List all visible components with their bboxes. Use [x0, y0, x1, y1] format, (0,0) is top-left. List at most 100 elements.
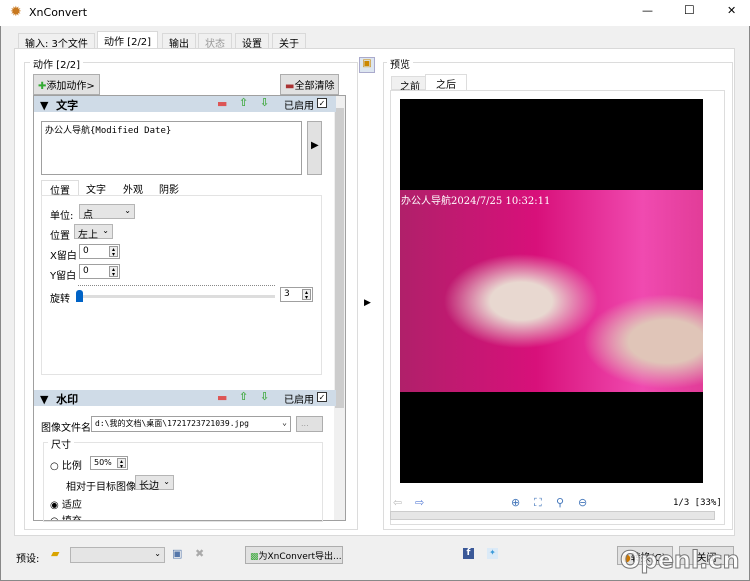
- close-window-button[interactable]: ✕: [727, 4, 736, 17]
- scrollbar[interactable]: [334, 96, 345, 520]
- chevron-down-icon: ⌄: [102, 226, 109, 235]
- sub-tabs: 位置 文字 外观 阴影: [41, 180, 186, 197]
- spinner-icon[interactable]: ▴ ▾: [302, 289, 311, 301]
- insert-variable-button[interactable]: ▶: [307, 121, 322, 175]
- remove-icon[interactable]: ▬: [217, 391, 227, 404]
- spinner-icon[interactable]: ▴ ▾: [109, 246, 118, 258]
- browse-button[interactable]: ...: [296, 416, 323, 432]
- move-down-icon[interactable]: ⇩: [260, 96, 269, 109]
- fit-radio[interactable]: ◉ 适应: [50, 496, 82, 511]
- tab-settings[interactable]: 设置: [235, 33, 269, 50]
- enabled-checkbox[interactable]: ✓: [317, 98, 327, 108]
- subtab-shadow[interactable]: 阴影: [159, 181, 179, 196]
- clear-all-label: 全部清除: [294, 81, 335, 92]
- unit-value: 点: [83, 210, 93, 221]
- unit-select[interactable]: 点 ⌄: [79, 204, 135, 221]
- move-down-icon[interactable]: ⇩: [260, 390, 269, 403]
- zoom-in-icon[interactable]: ⊕: [511, 496, 520, 509]
- rotate-label: 旋转: [50, 294, 70, 305]
- rotate-slider-thumb[interactable]: [76, 290, 83, 302]
- relative-select[interactable]: 长边 ⌄: [135, 475, 174, 492]
- fit-label: 适应: [61, 500, 82, 511]
- chevron-down-icon: ⌄: [124, 206, 131, 215]
- fill-label: 填充: [62, 516, 82, 520]
- ratio-input[interactable]: 50% ▴ ▾: [90, 456, 128, 470]
- site-watermark-logo: Openl.cn: [620, 546, 741, 575]
- position-value: 左上: [78, 230, 98, 241]
- spinner-icon[interactable]: ▴ ▾: [109, 266, 118, 278]
- relative-value: 长边: [139, 481, 159, 492]
- x-margin-input[interactable]: 0 ▴ ▾: [79, 244, 120, 259]
- remove-icon[interactable]: ▬: [217, 97, 227, 110]
- size-label: 尺寸: [48, 436, 74, 451]
- y-margin-input[interactable]: 0 ▴ ▾: [79, 264, 120, 279]
- rotate-ticks: [78, 285, 275, 289]
- tab-status[interactable]: 状态: [198, 33, 232, 50]
- tab-output[interactable]: 输出: [162, 33, 196, 50]
- previous-icon[interactable]: ⇦: [393, 496, 402, 509]
- preview-canvas: 办公人导航2024/7/25 10:32:11: [400, 99, 703, 483]
- delete-preset-icon[interactable]: ✖: [195, 547, 204, 560]
- tab-input[interactable]: 输入: 3个文件: [18, 33, 95, 50]
- collapse-icon[interactable]: ▼: [40, 393, 48, 406]
- watermark-action-title: 水印: [56, 393, 79, 406]
- preset-label: 预设:: [16, 554, 40, 565]
- toggle-preview-icon[interactable]: ▣: [359, 57, 375, 73]
- app-logo-icon: ✹: [10, 4, 22, 20]
- watermark-action-header[interactable]: ▼ 水印 ▬ ⇧ ⇩ 已启用 ✓: [34, 390, 336, 406]
- horizontal-scrollbar[interactable]: [390, 511, 715, 520]
- ratio-radio[interactable]: ○ 比例: [50, 457, 82, 472]
- collapse-icon[interactable]: ▼: [40, 99, 48, 112]
- tab-before[interactable]: 之前: [391, 76, 429, 93]
- rotate-value: 3: [284, 289, 290, 299]
- subtab-appearance[interactable]: 外观: [123, 181, 143, 196]
- enabled-label: 已启用: [284, 101, 314, 112]
- facebook-icon[interactable]: f: [463, 548, 474, 559]
- add-action-button[interactable]: ✚添加动作>: [33, 74, 100, 95]
- export-icon: ▩: [250, 552, 259, 562]
- rotate-slider[interactable]: [78, 295, 275, 298]
- preview-image: [400, 190, 703, 392]
- subtab-text[interactable]: 文字: [86, 181, 106, 196]
- text-action-header[interactable]: ▼ 文字 ▬ ⇧ ⇩ 已启用 ✓: [34, 96, 336, 112]
- move-up-icon[interactable]: ⇧: [239, 390, 248, 403]
- add-action-label: 添加动作>: [46, 81, 95, 92]
- preset-select[interactable]: ⌄: [70, 547, 165, 563]
- twitter-icon[interactable]: ✦: [487, 548, 498, 559]
- file-input[interactable]: d:\我的文档\桌面\1721723721039.jpg ⌄: [91, 416, 291, 432]
- tab-after[interactable]: 之后: [425, 74, 467, 91]
- preview-label: 预览: [387, 56, 413, 71]
- fit-screen-icon[interactable]: ⛶: [534, 496, 542, 510]
- rotate-input[interactable]: 3 ▴ ▾: [280, 287, 313, 302]
- unit-label: 单位:: [50, 211, 74, 222]
- ratio-label: 比例: [61, 461, 82, 472]
- move-up-icon[interactable]: ⇧: [239, 96, 248, 109]
- file-label: 图像文件名: [41, 423, 91, 434]
- fill-radio[interactable]: ○ 填充: [50, 512, 82, 520]
- minimize-button[interactable]: —: [642, 4, 653, 17]
- text-input[interactable]: 办公人导航{Modified Date}: [41, 121, 302, 175]
- chevron-down-icon: ⌄: [154, 549, 161, 558]
- maximize-button[interactable]: ☐: [684, 3, 695, 17]
- expand-arrow-icon[interactable]: ▶: [364, 298, 371, 308]
- actions-group-label: 动作 [2/2]: [30, 56, 84, 71]
- enabled-label: 已启用: [284, 395, 314, 406]
- zoom-out-icon[interactable]: ⊖: [578, 496, 587, 509]
- tab-actions[interactable]: 动作 [2/2]: [97, 31, 159, 48]
- next-icon[interactable]: ⇨: [415, 496, 424, 509]
- relative-label: 相对于目标图像: [66, 482, 136, 493]
- y-margin-label: Y留白: [50, 271, 77, 282]
- spinner-icon[interactable]: ▴ ▾: [117, 458, 126, 470]
- open-folder-icon[interactable]: ▰: [51, 547, 59, 560]
- file-value: d:\我的文档\桌面\1721723721039.jpg: [95, 419, 249, 428]
- export-button[interactable]: ▩为XnConvert导出...: [245, 546, 343, 564]
- scrollbar-thumb[interactable]: [335, 108, 344, 408]
- position-select[interactable]: 左上 ⌄: [74, 224, 113, 241]
- chevron-down-icon: ⌄: [163, 477, 170, 486]
- clear-all-button[interactable]: ▬全部清除: [280, 74, 340, 95]
- save-preset-icon[interactable]: ▣: [172, 547, 182, 560]
- tab-about[interactable]: 关于: [272, 33, 306, 50]
- enabled-checkbox[interactable]: ✓: [317, 392, 327, 402]
- page-info: 1/3 [33%]: [673, 498, 722, 508]
- zoom-icon[interactable]: ⚲: [556, 496, 564, 509]
